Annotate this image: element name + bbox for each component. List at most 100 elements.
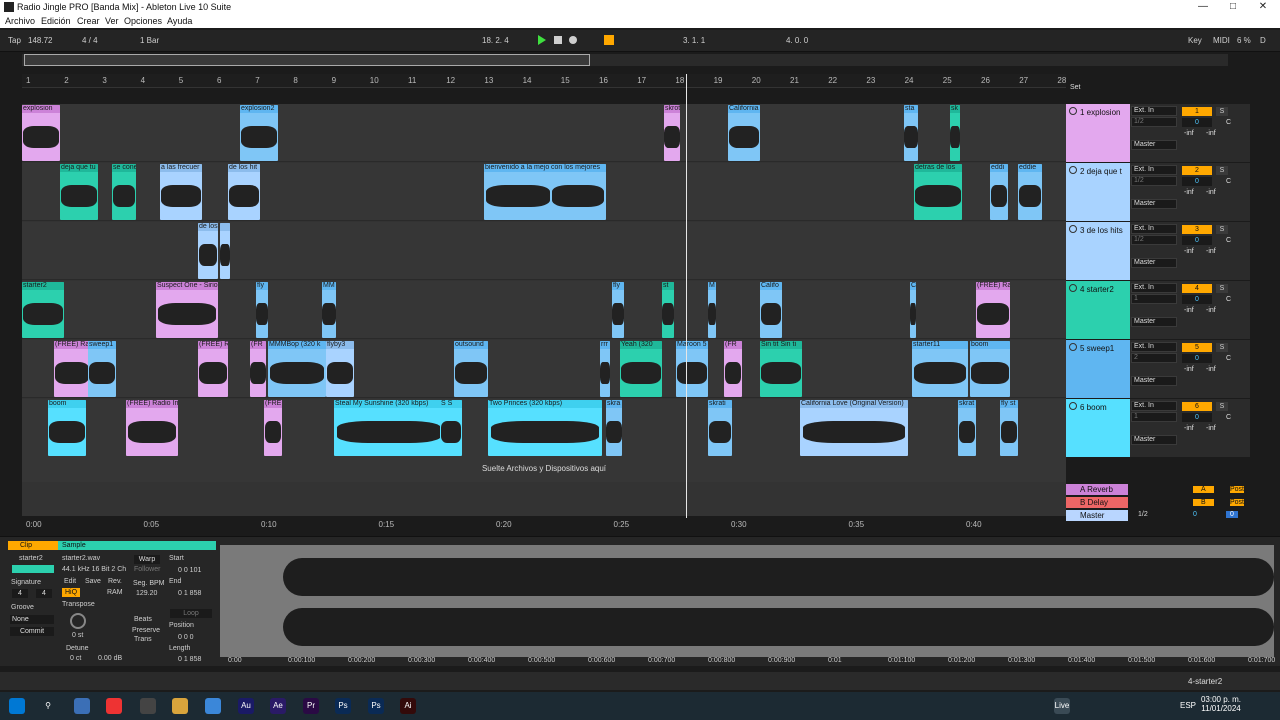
track-pan[interactable]: C <box>1226 178 1231 185</box>
detune-value[interactable]: 0 ct <box>70 655 81 662</box>
sig-denominator[interactable]: 4 <box>36 589 52 598</box>
solo-button[interactable]: S <box>1216 343 1228 352</box>
audio-clip[interactable]: (FR <box>250 341 266 397</box>
audio-clip[interactable] <box>220 223 230 279</box>
track-fold-icon[interactable] <box>1069 343 1077 351</box>
audio-clip[interactable]: starter11 <box>912 341 968 397</box>
menu-crear[interactable]: Crear <box>77 16 100 26</box>
track-volume[interactable]: 0 <box>1182 177 1212 186</box>
save-button[interactable]: Save <box>85 578 101 585</box>
solo-button[interactable]: S <box>1216 402 1228 411</box>
preserve-select[interactable]: Trans <box>134 636 152 643</box>
calculator-icon[interactable] <box>74 698 90 714</box>
audio-clip[interactable]: Steal My Sunshine (320 kbps) <box>334 400 444 456</box>
audio-clip[interactable]: detras de los <box>914 164 962 220</box>
input-channel-select[interactable]: 1/2 <box>1131 176 1177 186</box>
audio-clip[interactable]: se cone <box>112 164 136 220</box>
record-icon[interactable] <box>569 36 577 44</box>
track-volume[interactable]: 0 <box>1182 236 1212 245</box>
audio-clip[interactable]: S S <box>440 400 462 456</box>
play-icon[interactable] <box>538 35 546 45</box>
track-name[interactable]: 6 boom <box>1080 403 1107 412</box>
seg-bpm-value[interactable]: 129.20 <box>136 590 157 597</box>
audio-clip[interactable]: con los mejores <box>550 164 606 220</box>
master-channel[interactable]: 1/2 <box>1138 511 1148 518</box>
audio-clip[interactable]: eddie <box>1018 164 1042 220</box>
menu-edicion[interactable]: Edición <box>41 16 71 26</box>
audition-icon[interactable]: Au <box>238 698 254 714</box>
track-activator[interactable]: 4 <box>1182 284 1212 293</box>
audio-clip[interactable]: M <box>708 282 716 338</box>
audio-clip[interactable]: boom <box>970 341 1010 397</box>
output-select[interactable]: Master <box>1131 317 1177 327</box>
audio-clip[interactable]: MM <box>322 282 336 338</box>
track-fold-icon[interactable] <box>1069 166 1077 174</box>
input-channel-select[interactable]: 1 <box>1131 412 1177 422</box>
menu-ayuda[interactable]: Ayuda <box>167 16 192 26</box>
track-activator[interactable]: 2 <box>1182 166 1212 175</box>
menu-archivo[interactable]: Archivo <box>5 16 35 26</box>
track-lane-1[interactable]: explosion explosion2 skrot California sta sk <box>22 104 1066 162</box>
audio-clip[interactable]: C <box>910 282 916 338</box>
track-name[interactable]: 3 de los hits <box>1080 226 1123 235</box>
input-channel-select[interactable]: 1 <box>1131 294 1177 304</box>
input-type-select[interactable]: Ext. In <box>1131 401 1177 411</box>
audio-clip[interactable]: sk <box>950 105 960 161</box>
loop-start-field[interactable]: 3. 1. 1 <box>683 36 705 45</box>
solo-button[interactable]: S <box>1216 225 1228 234</box>
tempo-field[interactable]: 148.72 <box>28 36 52 45</box>
groove-select[interactable]: None <box>10 615 54 624</box>
position-value[interactable]: 0 0 0 <box>178 634 194 641</box>
output-select[interactable]: Master <box>1131 199 1177 209</box>
search-icon[interactable]: ⚲ <box>40 698 56 714</box>
input-type-select[interactable]: Ext. In <box>1131 283 1177 293</box>
track-activator[interactable]: 6 <box>1182 402 1212 411</box>
track-fold-icon[interactable] <box>1069 284 1077 292</box>
input-type-select[interactable]: Ext. In <box>1131 165 1177 175</box>
input-type-select[interactable]: Ext. In <box>1131 106 1177 116</box>
follower-button[interactable]: Follower <box>134 566 160 573</box>
stop-icon[interactable] <box>554 36 562 44</box>
hiq-button[interactable]: HiQ <box>62 588 80 597</box>
tap-button[interactable]: Tap <box>8 36 21 45</box>
output-select[interactable]: Master <box>1131 376 1177 386</box>
audio-clip[interactable]: (FR <box>724 341 742 397</box>
menu-ver[interactable]: Ver <box>105 16 119 26</box>
audio-clip[interactable]: (FRE <box>264 400 282 456</box>
track-header[interactable]: 4 starter2 <box>1066 281 1130 339</box>
arrangement-view[interactable]: explosion explosion2 skrot California sta sk … <box>22 104 1066 516</box>
input-channel-select[interactable]: 1/2 <box>1131 117 1177 127</box>
close-icon[interactable]: ✕ <box>1248 0 1278 14</box>
track-volume[interactable]: 0 <box>1182 295 1212 304</box>
app-icon[interactable] <box>140 698 156 714</box>
output-select[interactable]: Master <box>1131 258 1177 268</box>
track-header[interactable]: 5 sweep1 <box>1066 340 1130 398</box>
audio-clip[interactable]: Yeah (320 <box>620 341 662 397</box>
audio-clip[interactable]: outsound <box>454 341 488 397</box>
track-activator[interactable]: 3 <box>1182 225 1212 234</box>
audio-clip[interactable]: boom <box>48 400 86 456</box>
track-pan[interactable]: C <box>1226 355 1231 362</box>
arrangement-position[interactable]: 18. 2. 4 <box>482 36 509 45</box>
audio-clip[interactable]: fly <box>256 282 268 338</box>
ableton-live-icon[interactable]: Live <box>1054 698 1070 714</box>
track-pan[interactable]: C <box>1226 119 1231 126</box>
audio-clip[interactable]: Maroon 5 <box>676 341 708 397</box>
return-a-post[interactable]: Post <box>1230 486 1245 493</box>
start-value[interactable]: 0 0 101 <box>178 567 201 574</box>
windows-start-icon[interactable] <box>9 698 25 714</box>
output-select[interactable]: Master <box>1131 140 1177 150</box>
clip-tab[interactable]: Clip <box>20 542 32 549</box>
track-fold-icon[interactable] <box>1069 402 1077 410</box>
menu-opciones[interactable]: Opciones <box>124 16 162 26</box>
overview-window[interactable] <box>24 54 590 66</box>
track-lane-4[interactable]: starter2 Suspect One - Sirio fly MM fly st M Ca… <box>22 281 1066 339</box>
audio-clip[interactable]: Sin tit Sin ti <box>760 341 802 397</box>
track-lane-6[interactable]: boom (FREE) Radio Im (FRE Steal My Sunshine… <box>22 399 1066 457</box>
audio-clip[interactable]: (FREE) Ra <box>54 341 90 397</box>
input-channel-select[interactable]: 1/2 <box>1131 235 1177 245</box>
track-name[interactable]: 5 sweep1 <box>1080 344 1114 353</box>
clip-name[interactable]: starter2 <box>19 555 43 562</box>
track-activator[interactable]: 1 <box>1182 107 1212 116</box>
solo-button[interactable]: S <box>1216 107 1228 116</box>
